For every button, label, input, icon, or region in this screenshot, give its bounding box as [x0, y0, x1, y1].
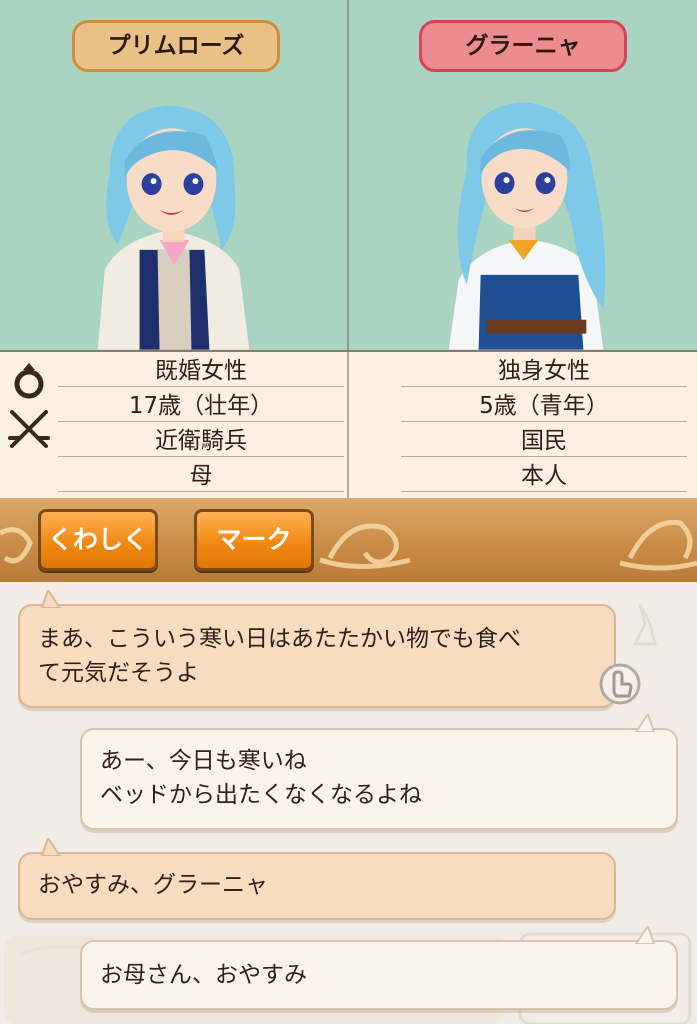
chat-bubble-left: おやすみ、グラーニャ	[18, 852, 616, 920]
action-toolbar: くわしく マーク	[0, 498, 697, 582]
chat-line: て元気だそうよ	[38, 660, 199, 686]
crossed-swords-icon	[8, 410, 50, 448]
right-occupation: 国民	[401, 422, 687, 457]
right-relation: 本人	[401, 457, 687, 492]
left-character-name: プリムローズ	[72, 20, 280, 72]
bubble-tail	[634, 926, 656, 944]
chat-bubble-right: あー、今日も寒いね ベッドから出たくなくなるよね	[80, 728, 678, 830]
mark-button[interactable]: マーク	[194, 509, 314, 571]
chat-bubble-left: まあ、こういう寒い日はあたたかい物でも食べ て元気だそうよ	[18, 604, 616, 708]
left-occupation: 近衛騎兵	[58, 422, 344, 457]
bubble-tail	[40, 838, 62, 856]
ring-icon	[14, 363, 44, 399]
right-marital-status: 独身女性	[401, 352, 687, 387]
left-character-panel[interactable]: プリムローズ	[0, 0, 347, 350]
right-character-name: グラーニャ	[419, 20, 627, 72]
details-button[interactable]: くわしく	[38, 509, 158, 571]
profile-icons	[6, 358, 52, 452]
chat-bubble-right: お母さん、おやすみ	[80, 940, 678, 1010]
tap-hand-icon[interactable]	[598, 662, 642, 706]
left-profile: 既婚女性 17歳（壮年） 近衛騎兵 母	[0, 352, 347, 498]
left-age: 17歳（壮年）	[58, 387, 344, 422]
conversation-log[interactable]: まあ、こういう寒い日はあたたかい物でも食べ て元気だそうよ あー、今日も寒いね …	[0, 584, 697, 1024]
chat-line: あー、今日も寒いね	[100, 748, 307, 774]
right-character-portrait	[448, 102, 606, 350]
chat-line: まあ、こういう寒い日はあたたかい物でも食べ	[38, 626, 521, 652]
left-character-portrait	[97, 105, 250, 350]
portrait-area: プリムローズ グラーニャ	[0, 0, 697, 350]
right-profile: 独身女性 5歳（青年） 国民 本人	[347, 352, 697, 498]
bubble-tail	[634, 714, 656, 732]
left-marital-status: 既婚女性	[58, 352, 344, 387]
chat-line: ベッドから出たくなくなるよね	[100, 782, 422, 808]
right-age: 5歳（青年）	[401, 387, 687, 422]
left-relation: 母	[58, 457, 344, 492]
chat-line: お母さん、おやすみ	[100, 962, 307, 988]
right-character-panel[interactable]: グラーニャ	[347, 0, 697, 350]
bubble-tail	[40, 590, 62, 608]
profile-table: 既婚女性 17歳（壮年） 近衛騎兵 母 独身女性 5歳（青年） 国民 本人	[0, 350, 697, 500]
chat-line: おやすみ、グラーニャ	[38, 872, 268, 898]
